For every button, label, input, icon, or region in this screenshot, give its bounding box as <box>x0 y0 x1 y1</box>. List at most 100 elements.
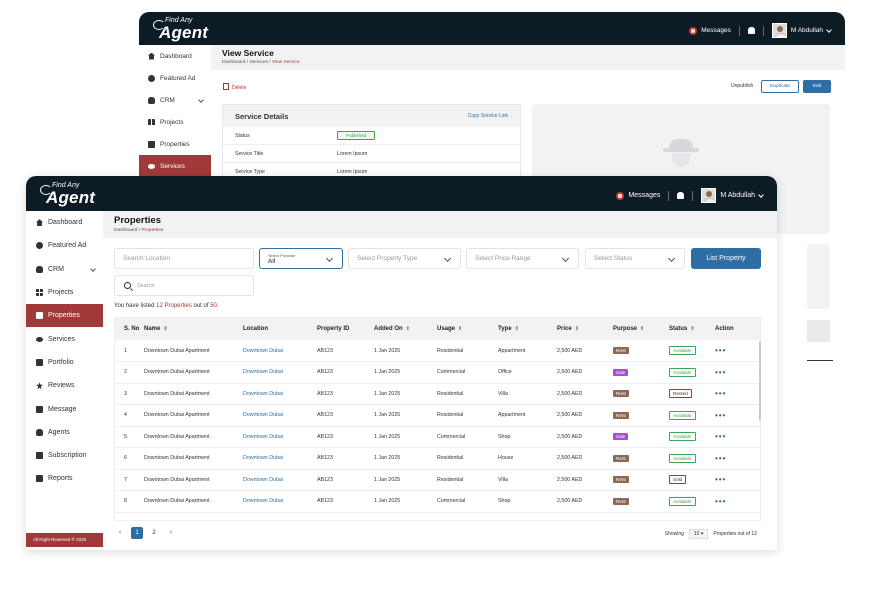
unpublish-button[interactable]: Unpublish <box>731 83 753 89</box>
user-name[interactable]: M Abdullah <box>791 27 823 34</box>
cell-location[interactable]: Downtown Dubai <box>243 362 317 384</box>
column-header[interactable]: Name ⇕ <box>144 318 243 340</box>
cell-action[interactable]: ••• <box>715 340 760 362</box>
cell-location[interactable]: Downtown Dubai <box>243 405 317 427</box>
sidebar-item-agents[interactable]: Agents <box>26 421 103 444</box>
sidebar-item-properties[interactable]: Properties <box>139 133 211 155</box>
more-actions-icon[interactable]: ••• <box>715 475 726 484</box>
cell-action[interactable]: ••• <box>715 383 760 405</box>
cell-text: Downtown Dubai Apartment <box>144 369 210 376</box>
more-actions-icon[interactable]: ••• <box>715 368 726 377</box>
cell-location[interactable]: Downtown Dubai <box>243 426 317 448</box>
sidebar-item-featured-ad[interactable]: Featured Ad <box>26 234 103 257</box>
more-actions-icon[interactable]: ••• <box>715 346 726 355</box>
cell-usage: Commercial <box>437 426 498 448</box>
next-page-button[interactable]: › <box>165 527 177 539</box>
breadcrumb-prefix[interactable]: Dashboard / <box>114 228 141 233</box>
avatar[interactable] <box>771 23 787 38</box>
bell-icon[interactable] <box>747 27 755 34</box>
page-2-button[interactable]: 2 <box>148 527 160 539</box>
edit-button[interactable]: Edit <box>803 80 831 93</box>
sidebar-item-portfolio[interactable]: Portfolio <box>26 351 103 374</box>
column-header[interactable]: Added On ⇕ <box>374 318 437 340</box>
more-actions-icon[interactable]: ••• <box>715 454 726 463</box>
cell-added: 1 Jan 2025 <box>374 405 437 427</box>
avatar[interactable] <box>701 188 717 203</box>
cell-action[interactable]: ••• <box>715 448 760 470</box>
sort-icon[interactable]: ⇕ <box>640 326 644 332</box>
sidebar-item-message[interactable]: Message <box>26 397 103 420</box>
more-actions-icon[interactable]: ••• <box>715 432 726 441</box>
cell-action[interactable]: ••• <box>715 426 760 448</box>
cell-location[interactable]: Downtown Dubai <box>243 340 317 362</box>
cell-action[interactable]: ••• <box>715 491 760 513</box>
cell-location[interactable]: Downtown Dubai <box>243 491 317 513</box>
sidebar-item-services[interactable]: Services <box>26 327 103 350</box>
cell-location[interactable]: Downtown Dubai <box>243 448 317 470</box>
sort-icon[interactable]: ⇕ <box>515 326 519 332</box>
messages-link[interactable]: Messages <box>628 192 660 199</box>
duplicate-button[interactable]: Duplicate <box>761 80 799 93</box>
cell-location[interactable]: Downtown Dubai <box>243 469 317 491</box>
column-header[interactable]: Status ⇕ <box>669 318 715 340</box>
messages-icon[interactable] <box>616 191 625 200</box>
sidebar-item-reports[interactable]: Reports <box>26 467 103 490</box>
cell-text: 2,500 AED <box>557 390 583 397</box>
copy-service-link[interactable]: Copy Service Link <box>468 113 508 119</box>
price-range-select[interactable]: Select Price Range <box>466 248 579 269</box>
sidebar-item-label: CRM <box>48 265 64 273</box>
breadcrumb-prefix[interactable]: Dashboard / Services / <box>222 60 272 65</box>
column-header[interactable]: Purpose ⇕ <box>613 318 669 340</box>
sidebar-item-featured-ad[interactable]: Featured Ad <box>139 67 211 89</box>
sidebar-item-dashboard[interactable]: Dashboard <box>139 45 211 67</box>
search-location-input[interactable]: Search Location <box>114 248 254 269</box>
user-name[interactable]: M Abdullah <box>720 192 755 199</box>
cell-text: 2,500 AED <box>557 369 583 376</box>
cell-action[interactable]: ••• <box>715 405 760 427</box>
cell-text: Downtown Dubai Apartment <box>144 498 210 505</box>
location-link: Downtown Dubai <box>243 433 284 440</box>
search-input[interactable]: Search <box>114 275 254 296</box>
sidebar-item-projects[interactable]: Projects <box>139 111 211 133</box>
sort-icon[interactable]: ⇕ <box>690 326 694 332</box>
sidebar-item-reviews[interactable]: Reviews <box>26 374 103 397</box>
more-actions-icon[interactable]: ••• <box>715 389 726 398</box>
sort-icon[interactable]: ⇕ <box>406 326 410 332</box>
cell-action[interactable]: ••• <box>715 362 760 384</box>
chevron-down-icon[interactable] <box>198 97 204 103</box>
table-row: 6 Downtown Dubai Apartment Downtown Dubai A… <box>115 448 760 470</box>
bell-icon[interactable] <box>677 192 685 199</box>
sidebar-item-crm[interactable]: CRM <box>26 258 103 281</box>
more-actions-icon[interactable]: ••• <box>715 497 726 506</box>
page-1-button[interactable]: 1 <box>131 527 143 539</box>
column-header[interactable]: Usage ⇕ <box>437 318 498 340</box>
column-header[interactable]: Type ⇕ <box>498 318 557 340</box>
sidebar-item-subscription[interactable]: Subscription <box>26 444 103 467</box>
chevron-down-icon[interactable] <box>826 26 832 33</box>
status-select[interactable]: Select Status <box>585 248 685 269</box>
prev-page-button[interactable]: ‹ <box>114 527 126 539</box>
messages-icon[interactable] <box>689 26 698 35</box>
list-property-button[interactable]: List Property <box>691 248 761 269</box>
chevron-down-icon[interactable] <box>758 191 764 198</box>
delete-button[interactable]: Delete <box>223 83 246 91</box>
sort-icon[interactable]: ⇕ <box>575 326 579 332</box>
chevron-down-icon[interactable] <box>90 265 96 272</box>
purpose-select[interactable]: Select Purpose All <box>259 248 343 269</box>
table-row: 5 Downtown Dubai Apartment Downtown Dubai A… <box>115 426 760 448</box>
sidebar-item-properties[interactable]: Properties <box>26 304 103 328</box>
messages-link[interactable]: Messages <box>701 27 731 34</box>
cell-location[interactable]: Downtown Dubai <box>243 383 317 405</box>
table-scrollbar[interactable] <box>759 341 761 421</box>
sidebar-item-services[interactable]: Services <box>139 155 211 177</box>
more-actions-icon[interactable]: ••• <box>715 411 726 420</box>
per-page-select[interactable]: 10 ▾ <box>688 529 709 539</box>
cell-action[interactable]: ••• <box>715 469 760 491</box>
sidebar-item-projects[interactable]: Projects <box>26 281 103 304</box>
sort-icon[interactable]: ⇕ <box>458 326 462 332</box>
sort-icon[interactable]: ⇕ <box>163 326 167 332</box>
column-header[interactable]: Price ⇕ <box>557 318 613 340</box>
sidebar-item-dashboard[interactable]: Dashboard <box>26 211 103 234</box>
sidebar-item-crm[interactable]: CRM <box>139 89 211 111</box>
property-type-select[interactable]: Select Property Type <box>348 248 461 269</box>
